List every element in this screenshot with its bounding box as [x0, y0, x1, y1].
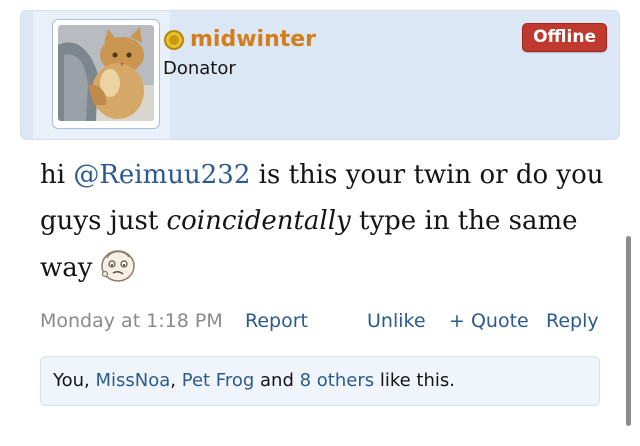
user-status-icon: [164, 29, 184, 50]
scrollbar-thumb[interactable]: [626, 236, 631, 426]
likes-separator: ,: [84, 370, 96, 391]
likes-you: You: [53, 370, 85, 391]
reply-link[interactable]: Reply: [546, 310, 599, 332]
unlike-link[interactable]: Unlike: [367, 310, 426, 332]
likes-and: and: [254, 370, 300, 391]
username-link[interactable]: midwinter: [190, 27, 316, 52]
user-details: midwinter Donator: [163, 27, 316, 79]
liker-link-pet-frog[interactable]: Pet Frog: [182, 370, 255, 391]
user-title: Donator: [163, 58, 236, 79]
message-emphasis: coincidentally: [166, 206, 351, 236]
avatar[interactable]: [52, 19, 160, 129]
post-message: hi @Reimuu232 is this your twin or do yo…: [40, 152, 610, 291]
message-text-greeting: hi: [40, 160, 74, 190]
avatar-image: [58, 25, 154, 121]
likes-separator: ,: [170, 370, 182, 391]
liker-link-missnoa[interactable]: MissNoa: [95, 370, 170, 391]
status-badge: Offline: [522, 23, 607, 52]
confused-face-smilie-icon: [101, 250, 136, 282]
likes-others-link[interactable]: 8 others: [300, 370, 375, 391]
user-info-panel: midwinter Donator Offline: [20, 10, 620, 140]
username-row: midwinter: [163, 27, 316, 52]
likes-suffix: like this.: [374, 370, 455, 391]
quote-link[interactable]: + Quote: [449, 310, 529, 332]
post-meta-row: Monday at 1:18 PM Report Unlike + Quote …: [40, 310, 600, 336]
report-link[interactable]: Report: [245, 310, 308, 332]
user-mention-link[interactable]: @Reimuu232: [73, 160, 250, 190]
post-date[interactable]: Monday at 1:18 PM: [40, 310, 223, 332]
likes-summary: You, MissNoa, Pet Frog and 8 others like…: [40, 356, 600, 406]
avatar-column: [33, 11, 170, 139]
